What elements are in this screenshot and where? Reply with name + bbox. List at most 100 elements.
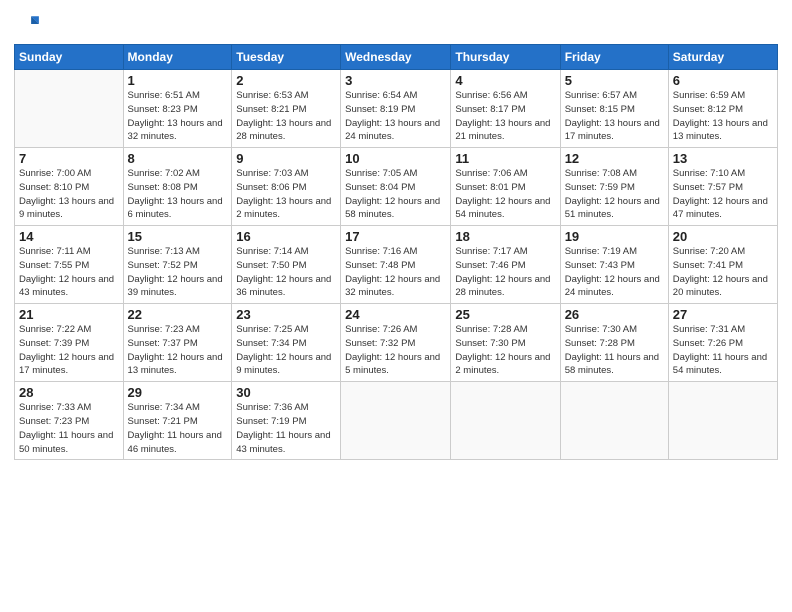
day-info: Sunrise: 7:33 AM Sunset: 7:23 PM Dayligh… (19, 401, 119, 456)
calendar-cell: 8Sunrise: 7:02 AM Sunset: 8:08 PM Daylig… (123, 148, 232, 226)
day-number: 22 (128, 307, 228, 322)
day-info: Sunrise: 7:11 AM Sunset: 7:55 PM Dayligh… (19, 245, 119, 300)
calendar-cell (560, 382, 668, 460)
calendar-cell: 5Sunrise: 6:57 AM Sunset: 8:15 PM Daylig… (560, 70, 668, 148)
day-number: 9 (236, 151, 336, 166)
calendar-week-row: 14Sunrise: 7:11 AM Sunset: 7:55 PM Dayli… (15, 226, 778, 304)
calendar-cell: 9Sunrise: 7:03 AM Sunset: 8:06 PM Daylig… (232, 148, 341, 226)
calendar-cell: 28Sunrise: 7:33 AM Sunset: 7:23 PM Dayli… (15, 382, 124, 460)
calendar-cell: 7Sunrise: 7:00 AM Sunset: 8:10 PM Daylig… (15, 148, 124, 226)
day-number: 30 (236, 385, 336, 400)
day-number: 18 (455, 229, 555, 244)
day-info: Sunrise: 6:59 AM Sunset: 8:12 PM Dayligh… (673, 89, 773, 144)
calendar-cell: 29Sunrise: 7:34 AM Sunset: 7:21 PM Dayli… (123, 382, 232, 460)
day-info: Sunrise: 6:54 AM Sunset: 8:19 PM Dayligh… (345, 89, 446, 144)
calendar-cell: 24Sunrise: 7:26 AM Sunset: 7:32 PM Dayli… (341, 304, 451, 382)
weekday-sunday: Sunday (15, 45, 124, 70)
calendar-cell: 12Sunrise: 7:08 AM Sunset: 7:59 PM Dayli… (560, 148, 668, 226)
day-info: Sunrise: 7:23 AM Sunset: 7:37 PM Dayligh… (128, 323, 228, 378)
calendar-cell: 21Sunrise: 7:22 AM Sunset: 7:39 PM Dayli… (15, 304, 124, 382)
day-info: Sunrise: 7:36 AM Sunset: 7:19 PM Dayligh… (236, 401, 336, 456)
day-info: Sunrise: 7:06 AM Sunset: 8:01 PM Dayligh… (455, 167, 555, 222)
calendar-cell: 26Sunrise: 7:30 AM Sunset: 7:28 PM Dayli… (560, 304, 668, 382)
day-number: 28 (19, 385, 119, 400)
day-number: 14 (19, 229, 119, 244)
day-info: Sunrise: 7:28 AM Sunset: 7:30 PM Dayligh… (455, 323, 555, 378)
calendar-cell: 30Sunrise: 7:36 AM Sunset: 7:19 PM Dayli… (232, 382, 341, 460)
day-info: Sunrise: 6:53 AM Sunset: 8:21 PM Dayligh… (236, 89, 336, 144)
calendar-cell: 25Sunrise: 7:28 AM Sunset: 7:30 PM Dayli… (451, 304, 560, 382)
day-info: Sunrise: 7:16 AM Sunset: 7:48 PM Dayligh… (345, 245, 446, 300)
day-info: Sunrise: 7:00 AM Sunset: 8:10 PM Dayligh… (19, 167, 119, 222)
calendar-cell (451, 382, 560, 460)
day-info: Sunrise: 6:56 AM Sunset: 8:17 PM Dayligh… (455, 89, 555, 144)
day-number: 3 (345, 73, 446, 88)
day-info: Sunrise: 7:31 AM Sunset: 7:26 PM Dayligh… (673, 323, 773, 378)
day-number: 27 (673, 307, 773, 322)
calendar-cell: 15Sunrise: 7:13 AM Sunset: 7:52 PM Dayli… (123, 226, 232, 304)
calendar-cell: 27Sunrise: 7:31 AM Sunset: 7:26 PM Dayli… (668, 304, 777, 382)
day-info: Sunrise: 7:30 AM Sunset: 7:28 PM Dayligh… (565, 323, 664, 378)
weekday-tuesday: Tuesday (232, 45, 341, 70)
calendar-week-row: 7Sunrise: 7:00 AM Sunset: 8:10 PM Daylig… (15, 148, 778, 226)
calendar-cell: 22Sunrise: 7:23 AM Sunset: 7:37 PM Dayli… (123, 304, 232, 382)
day-number: 5 (565, 73, 664, 88)
calendar-cell: 14Sunrise: 7:11 AM Sunset: 7:55 PM Dayli… (15, 226, 124, 304)
day-number: 11 (455, 151, 555, 166)
day-number: 26 (565, 307, 664, 322)
day-number: 19 (565, 229, 664, 244)
day-number: 13 (673, 151, 773, 166)
day-info: Sunrise: 7:22 AM Sunset: 7:39 PM Dayligh… (19, 323, 119, 378)
day-info: Sunrise: 7:20 AM Sunset: 7:41 PM Dayligh… (673, 245, 773, 300)
day-number: 6 (673, 73, 773, 88)
calendar-cell (668, 382, 777, 460)
day-info: Sunrise: 7:10 AM Sunset: 7:57 PM Dayligh… (673, 167, 773, 222)
day-number: 15 (128, 229, 228, 244)
day-number: 2 (236, 73, 336, 88)
calendar-cell: 17Sunrise: 7:16 AM Sunset: 7:48 PM Dayli… (341, 226, 451, 304)
calendar-cell: 16Sunrise: 7:14 AM Sunset: 7:50 PM Dayli… (232, 226, 341, 304)
day-number: 24 (345, 307, 446, 322)
day-info: Sunrise: 6:57 AM Sunset: 8:15 PM Dayligh… (565, 89, 664, 144)
weekday-friday: Friday (560, 45, 668, 70)
calendar-cell: 6Sunrise: 6:59 AM Sunset: 8:12 PM Daylig… (668, 70, 777, 148)
calendar-cell: 18Sunrise: 7:17 AM Sunset: 7:46 PM Dayli… (451, 226, 560, 304)
day-number: 1 (128, 73, 228, 88)
logo (14, 10, 46, 38)
day-number: 12 (565, 151, 664, 166)
day-info: Sunrise: 7:14 AM Sunset: 7:50 PM Dayligh… (236, 245, 336, 300)
calendar-cell: 1Sunrise: 6:51 AM Sunset: 8:23 PM Daylig… (123, 70, 232, 148)
day-info: Sunrise: 7:13 AM Sunset: 7:52 PM Dayligh… (128, 245, 228, 300)
weekday-header-row: SundayMondayTuesdayWednesdayThursdayFrid… (15, 45, 778, 70)
day-number: 4 (455, 73, 555, 88)
day-info: Sunrise: 7:26 AM Sunset: 7:32 PM Dayligh… (345, 323, 446, 378)
calendar-cell: 10Sunrise: 7:05 AM Sunset: 8:04 PM Dayli… (341, 148, 451, 226)
day-number: 20 (673, 229, 773, 244)
calendar-cell: 2Sunrise: 6:53 AM Sunset: 8:21 PM Daylig… (232, 70, 341, 148)
day-info: Sunrise: 7:25 AM Sunset: 7:34 PM Dayligh… (236, 323, 336, 378)
calendar-cell: 19Sunrise: 7:19 AM Sunset: 7:43 PM Dayli… (560, 226, 668, 304)
logo-icon (14, 10, 42, 38)
weekday-saturday: Saturday (668, 45, 777, 70)
day-info: Sunrise: 6:51 AM Sunset: 8:23 PM Dayligh… (128, 89, 228, 144)
day-info: Sunrise: 7:34 AM Sunset: 7:21 PM Dayligh… (128, 401, 228, 456)
day-number: 23 (236, 307, 336, 322)
calendar-cell: 23Sunrise: 7:25 AM Sunset: 7:34 PM Dayli… (232, 304, 341, 382)
day-number: 7 (19, 151, 119, 166)
day-number: 10 (345, 151, 446, 166)
day-number: 8 (128, 151, 228, 166)
calendar-table: SundayMondayTuesdayWednesdayThursdayFrid… (14, 44, 778, 460)
day-number: 16 (236, 229, 336, 244)
weekday-wednesday: Wednesday (341, 45, 451, 70)
calendar-cell: 20Sunrise: 7:20 AM Sunset: 7:41 PM Dayli… (668, 226, 777, 304)
page-header (14, 10, 778, 38)
day-info: Sunrise: 7:08 AM Sunset: 7:59 PM Dayligh… (565, 167, 664, 222)
calendar-cell: 4Sunrise: 6:56 AM Sunset: 8:17 PM Daylig… (451, 70, 560, 148)
weekday-monday: Monday (123, 45, 232, 70)
day-info: Sunrise: 7:17 AM Sunset: 7:46 PM Dayligh… (455, 245, 555, 300)
calendar-cell (15, 70, 124, 148)
calendar-cell: 3Sunrise: 6:54 AM Sunset: 8:19 PM Daylig… (341, 70, 451, 148)
day-number: 17 (345, 229, 446, 244)
calendar-cell: 11Sunrise: 7:06 AM Sunset: 8:01 PM Dayli… (451, 148, 560, 226)
calendar-cell (341, 382, 451, 460)
